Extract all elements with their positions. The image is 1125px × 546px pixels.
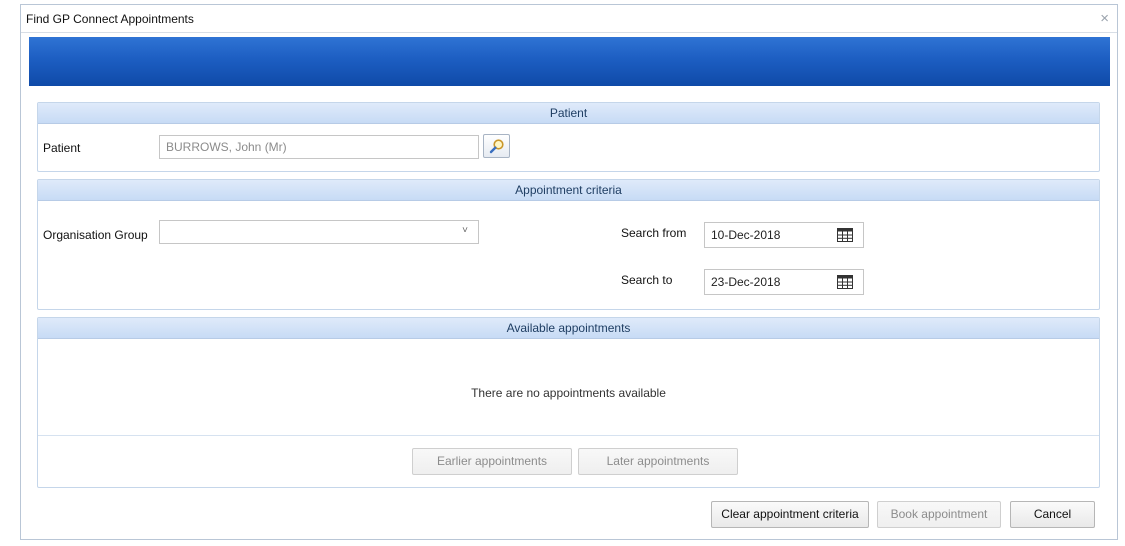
calendar-icon[interactable] bbox=[837, 275, 853, 289]
dialog-titlebar: Find GP Connect Appointments × bbox=[21, 5, 1117, 33]
criteria-panel: Appointment criteria Organisation Group … bbox=[37, 179, 1100, 310]
patient-panel: Patient Patient BURROWS, John (Mr) bbox=[37, 102, 1100, 172]
later-appointments-button[interactable]: Later appointments bbox=[578, 448, 738, 475]
find-appointments-dialog: Find GP Connect Appointments × Patient P… bbox=[20, 4, 1118, 540]
close-icon[interactable]: × bbox=[1100, 11, 1109, 26]
patient-label: Patient bbox=[43, 141, 81, 155]
patient-panel-header: Patient bbox=[38, 103, 1099, 124]
appointments-divider bbox=[38, 435, 1099, 436]
appointments-panel-header: Available appointments bbox=[38, 318, 1099, 339]
book-appointment-button[interactable]: Book appointment bbox=[877, 501, 1001, 528]
search-from-label: Search from bbox=[621, 226, 687, 240]
search-from-value: 10-Dec-2018 bbox=[711, 228, 781, 242]
search-to-field[interactable]: 23-Dec-2018 bbox=[704, 269, 864, 295]
earlier-appointments-button[interactable]: Earlier appointments bbox=[412, 448, 572, 475]
chevron-down-icon: ˅ bbox=[462, 225, 468, 236]
criteria-panel-header: Appointment criteria bbox=[38, 180, 1099, 201]
search-from-field[interactable]: 10-Dec-2018 bbox=[704, 222, 864, 248]
empty-appointments-message: There are no appointments available bbox=[471, 386, 666, 400]
organisation-group-select[interactable]: ˅ bbox=[159, 220, 479, 244]
patient-field[interactable]: BURROWS, John (Mr) bbox=[159, 135, 479, 159]
magnifier-icon bbox=[489, 139, 504, 154]
dialog-title: Find GP Connect Appointments bbox=[26, 11, 194, 26]
patient-search-button[interactable] bbox=[483, 134, 510, 158]
calendar-icon[interactable] bbox=[837, 228, 853, 242]
search-to-label: Search to bbox=[621, 273, 673, 287]
header-banner bbox=[29, 37, 1110, 86]
clear-criteria-button[interactable]: Clear appointment criteria bbox=[711, 501, 869, 528]
search-to-value: 23-Dec-2018 bbox=[711, 275, 781, 289]
organisation-group-label: Organisation Group bbox=[43, 228, 148, 242]
appointments-panel: Available appointments There are no appo… bbox=[37, 317, 1100, 488]
cancel-button[interactable]: Cancel bbox=[1010, 501, 1095, 528]
